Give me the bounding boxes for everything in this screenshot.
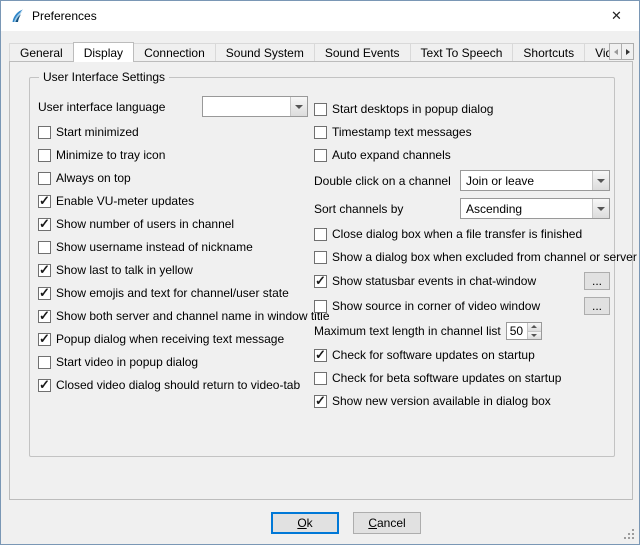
- check-beta-updates[interactable]: Check for beta software updates on start…: [314, 370, 610, 386]
- check-vu-meter[interactable]: Enable VU-meter updates: [38, 193, 308, 209]
- checkbox[interactable]: [314, 126, 327, 139]
- check-close-filetransfer[interactable]: Close dialog box when a file transfer is…: [314, 226, 610, 242]
- language-row: User interface language: [38, 96, 308, 117]
- check-always-on-top[interactable]: Always on top: [38, 170, 308, 186]
- sort-channels-row: Sort channels by Ascending: [314, 198, 610, 219]
- checkbox[interactable]: [38, 264, 51, 277]
- check-auto-expand-channels[interactable]: Auto expand channels: [314, 147, 610, 163]
- right-column: Start desktops in popup dialog Timestamp…: [314, 101, 610, 409]
- title-bar: Preferences ✕: [1, 1, 639, 31]
- sort-channels-select[interactable]: Ascending: [460, 198, 610, 219]
- check-video-popup[interactable]: Start video in popup dialog: [38, 354, 308, 370]
- video-source-ellipsis-button[interactable]: ...: [584, 297, 610, 315]
- check-minimize-tray[interactable]: Minimize to tray icon: [38, 147, 308, 163]
- resize-grip[interactable]: [623, 528, 635, 540]
- check-start-minimized[interactable]: Start minimized: [38, 124, 308, 140]
- tab-shortcuts[interactable]: Shortcuts: [512, 43, 585, 62]
- statusbar-events-row: Show statusbar events in chat-window ...: [314, 272, 610, 290]
- ok-button[interactable]: Ok: [271, 512, 339, 534]
- check-timestamp-messages[interactable]: Timestamp text messages: [314, 124, 610, 140]
- checkbox[interactable]: [314, 300, 327, 313]
- check-new-version-dialog[interactable]: Show new version available in dialog box: [314, 393, 610, 409]
- sort-channels-label: Sort channels by: [314, 202, 403, 216]
- checkbox[interactable]: [38, 149, 51, 162]
- video-source-row: Show source in corner of video window ..…: [314, 297, 610, 315]
- arrow-right-icon: [626, 49, 630, 55]
- checkbox[interactable]: [38, 333, 51, 346]
- tab-bar: General Display Connection Sound System …: [9, 41, 615, 62]
- ui-settings-group: User Interface Settings User interface l…: [29, 77, 615, 457]
- checkbox[interactable]: [38, 218, 51, 231]
- tab-sound-events[interactable]: Sound Events: [314, 43, 411, 62]
- check-popup-text-message[interactable]: Popup dialog when receiving text message: [38, 331, 308, 347]
- tab-page-display: User Interface Settings User interface l…: [9, 61, 633, 500]
- tab-display[interactable]: Display: [73, 42, 134, 62]
- spin-down-button[interactable]: [528, 331, 541, 340]
- max-text-label: Maximum text length in channel list: [314, 324, 501, 338]
- checkbox[interactable]: [314, 149, 327, 162]
- checkbox[interactable]: [314, 372, 327, 385]
- tab-scroll-right-button[interactable]: [621, 43, 634, 60]
- checkbox[interactable]: [314, 395, 327, 408]
- double-click-label: Double click on a channel: [314, 174, 451, 188]
- close-icon: ✕: [611, 8, 622, 24]
- app-icon: [9, 8, 25, 24]
- check-desktops-popup[interactable]: Start desktops in popup dialog: [314, 101, 610, 117]
- chevron-down-icon: [290, 97, 307, 116]
- check-software-updates[interactable]: Check for software updates on startup: [314, 347, 610, 363]
- max-text-spinbox[interactable]: 50: [506, 322, 542, 340]
- arrow-up-icon: [531, 325, 537, 328]
- check-emoji-text-state[interactable]: Show emojis and text for channel/user st…: [38, 285, 308, 301]
- language-label: User interface language: [38, 100, 165, 114]
- max-text-row: Maximum text length in channel list 50: [314, 322, 610, 340]
- checkbox[interactable]: [314, 275, 327, 288]
- language-select[interactable]: [202, 96, 308, 117]
- check-username-instead-nickname[interactable]: Show username instead of nickname: [38, 239, 308, 255]
- spin-up-button[interactable]: [528, 323, 541, 331]
- check-video-return-tab[interactable]: Closed video dialog should return to vid…: [38, 377, 308, 393]
- tab-sound-system[interactable]: Sound System: [215, 43, 315, 62]
- tab-general[interactable]: General: [9, 43, 74, 62]
- checkbox[interactable]: [38, 195, 51, 208]
- tab-text-to-speech[interactable]: Text To Speech: [410, 43, 514, 62]
- double-click-select[interactable]: Join or leave: [460, 170, 610, 191]
- cancel-button[interactable]: Cancel: [353, 512, 421, 534]
- checkbox[interactable]: [38, 310, 51, 323]
- checkbox[interactable]: [38, 287, 51, 300]
- checkbox[interactable]: [38, 379, 51, 392]
- window-title: Preferences: [32, 9, 97, 23]
- chevron-down-icon: [592, 171, 609, 190]
- checkbox[interactable]: [38, 356, 51, 369]
- statusbar-ellipsis-button[interactable]: ...: [584, 272, 610, 290]
- check-excluded-dialog[interactable]: Show a dialog box when excluded from cha…: [314, 249, 610, 265]
- tab-connection[interactable]: Connection: [133, 43, 216, 62]
- preferences-dialog: Preferences ✕ General Display Connection…: [0, 0, 640, 545]
- arrow-down-icon: [531, 334, 537, 337]
- checkbox[interactable]: [314, 103, 327, 116]
- check-show-user-count[interactable]: Show number of users in channel: [38, 216, 308, 232]
- checkbox[interactable]: [38, 241, 51, 254]
- group-title: User Interface Settings: [39, 70, 169, 84]
- tab-scroller: [610, 43, 634, 60]
- checkbox[interactable]: [38, 172, 51, 185]
- check-last-talk-yellow[interactable]: Show last to talk in yellow: [38, 262, 308, 278]
- checkbox[interactable]: [314, 228, 327, 241]
- check-server-channel-title[interactable]: Show both server and channel name in win…: [38, 308, 308, 324]
- double-click-row: Double click on a channel Join or leave: [314, 170, 610, 191]
- checkbox[interactable]: [38, 126, 51, 139]
- left-column: User interface language Start minimized …: [38, 96, 308, 393]
- chevron-down-icon: [592, 199, 609, 218]
- close-button[interactable]: ✕: [594, 1, 639, 31]
- arrow-left-icon: [614, 49, 618, 55]
- checkbox[interactable]: [314, 251, 327, 264]
- checkbox[interactable]: [314, 349, 327, 362]
